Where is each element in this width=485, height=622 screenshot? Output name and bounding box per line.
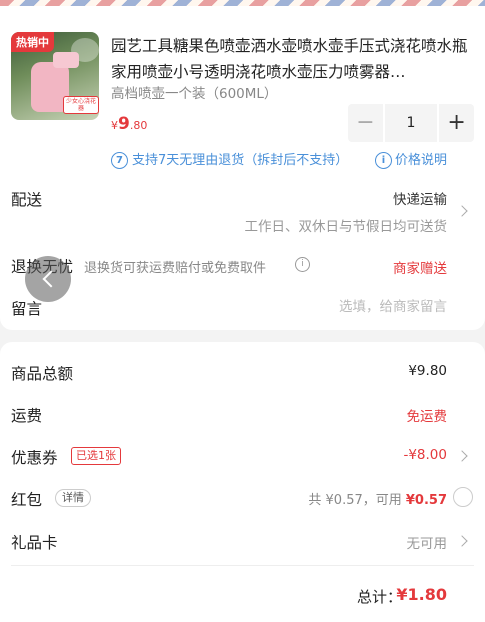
product-thumbnail[interactable]: 热销中 少女心浇花器 — [11, 32, 99, 120]
service-guarantee[interactable]: 7 支持7天无理由退货（拆封后不支持） — [111, 149, 348, 169]
price-info-link[interactable]: i 价格说明 — [375, 149, 447, 169]
info-icon[interactable]: i — [295, 257, 310, 272]
price-info-text: 价格说明 — [395, 153, 448, 168]
product-tag: 少女心浇花器 — [63, 96, 99, 115]
minus-button[interactable]: − — [348, 104, 383, 142]
coupon-chip: 已选1张 — [71, 447, 121, 465]
product-price: ¥9.80 — [111, 114, 147, 134]
exchange-description: 退换货可获运费赔付或免费取件 — [84, 261, 267, 276]
price-integer: 9 — [118, 114, 130, 134]
quantity-value[interactable]: 1 — [382, 104, 440, 142]
info-icon: i — [375, 152, 392, 169]
redpacket-total: 共 ¥0.57，可用 — [308, 493, 406, 508]
delivery-label: 配送 — [11, 191, 43, 209]
chevron-left-icon — [42, 270, 60, 288]
product-spec: 高档喷壶一个装（600ML） — [111, 86, 278, 102]
exchange-value: 商家赠送 — [393, 261, 447, 277]
giftcard-label: 礼品卡 — [11, 534, 58, 552]
plus-button[interactable]: + — [439, 104, 474, 142]
price-symbol: ¥ — [111, 119, 118, 132]
redpacket-label: 红包 — [11, 491, 43, 509]
shipping-label: 运费 — [11, 407, 43, 425]
service-text: 支持7天无理由退货（拆封后不支持） — [132, 153, 349, 168]
delivery-time: 工作日、双休日与节假日均可送货 — [244, 219, 448, 235]
product-title[interactable]: 园艺工具糖果色喷壶洒水壶喷水壶手压式浇花喷水瓶家用喷壶小号透明浇花喷水壶压力喷雾… — [111, 33, 471, 85]
redpacket-detail-button[interactable]: 详情 — [55, 489, 91, 507]
quantity-stepper: − 1 + — [348, 104, 474, 142]
seven-days-icon: 7 — [111, 152, 128, 169]
summary-divider — [11, 565, 474, 566]
coupon-label: 优惠券 — [11, 449, 58, 467]
order-summary-card — [0, 342, 485, 622]
back-button[interactable] — [25, 256, 71, 302]
redpacket-available: ¥0.57 — [405, 493, 447, 508]
giftcard-value[interactable]: 无可用 — [407, 532, 448, 552]
radio-unchecked-icon[interactable] — [453, 487, 473, 507]
total-label: 总计： — [357, 588, 403, 606]
goods-total-label: 商品总额 — [11, 365, 74, 383]
message-input[interactable] — [247, 299, 447, 315]
hot-badge: 热销中 — [11, 32, 54, 52]
message-label: 留言 — [11, 300, 43, 318]
coupon-value[interactable]: -¥8.00 — [403, 447, 447, 463]
redpacket-info: 共 ¥0.57，可用 ¥0.57 — [308, 489, 447, 508]
delivery-method[interactable]: 快递运输 — [393, 188, 447, 208]
price-decimal: .80 — [129, 119, 148, 132]
goods-total-value: ¥9.80 — [408, 363, 447, 379]
total-value: ¥1.80 — [396, 585, 447, 604]
shipping-value: 免运费 — [406, 409, 448, 425]
nozzle-shape — [53, 52, 79, 68]
